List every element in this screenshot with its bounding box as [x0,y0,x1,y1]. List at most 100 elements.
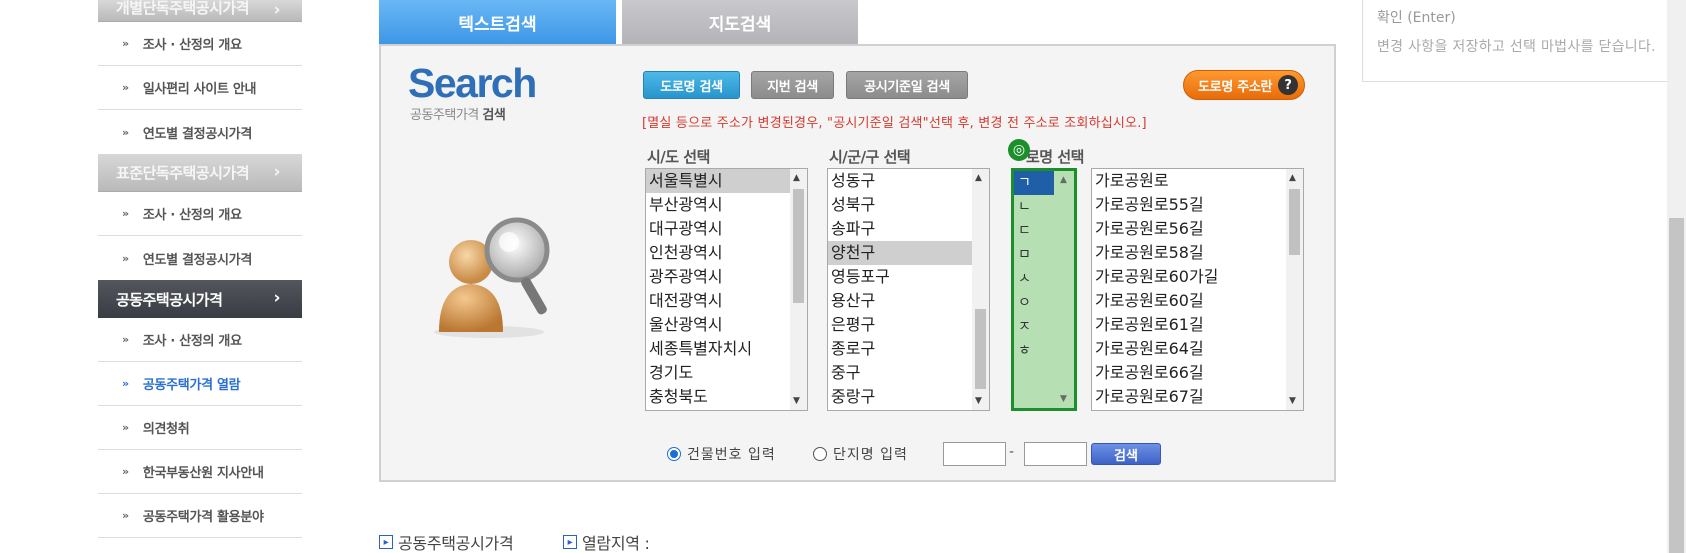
sidebar-header-apartment[interactable]: 공동주택공시가격 › [98,280,302,318]
list-option[interactable]: 부산광역시 [646,193,807,217]
sidebar-item[interactable]: » 연도별 결정공시가격 [98,110,302,154]
sidebar-item[interactable]: » 공동주택가격 활용분야 [98,494,302,538]
bullet-icon: » [122,207,129,220]
chevron-right-icon: › [273,0,280,20]
list-option[interactable]: 가로공원로60가길 [1092,265,1303,289]
scroll-down-icon[interactable]: ▼ [975,396,982,406]
bullet-icon: » [122,125,129,139]
sidebar-item[interactable]: » 일사편리 사이트 안내 [98,66,302,110]
sidebar-header-label: 공동주택공시가격 [116,290,223,309]
list-option[interactable]: 울산광역시 [646,313,807,337]
chevron-right-icon: › [273,162,280,182]
list-option[interactable]: 중랑구 [828,385,989,409]
list-option[interactable]: 광주광역시 [646,265,807,289]
sidebar-header-individual-house[interactable]: 개별단독주택공시가격 › [98,0,302,22]
list-option[interactable]: 은평구 [828,313,989,337]
person-magnifier-icon [434,217,550,338]
sidebar-item-label: 조사 · 산정의 개요 [142,38,242,53]
list-option-selected[interactable]: ㄱ [1014,171,1054,195]
breadcrumb-label: 공동주택공시가격 [398,534,514,553]
list-option[interactable]: 경기도 [646,361,807,385]
sidebar-item[interactable]: » 의견청취 [98,406,302,450]
search-logo: Search [408,60,537,106]
scrollbar-thumb[interactable] [793,189,804,303]
scrollbar[interactable]: ▲ ▼ [790,169,807,410]
list-option[interactable]: 가로공원로66길 [1092,361,1303,385]
list-option-selected[interactable]: 양천구 [828,241,989,265]
sidebar-item[interactable]: » 조사 · 산정의 개요 [98,22,302,66]
breadcrumb-label: 열람지역 : [582,534,650,553]
chevron-right-icon: › [273,288,280,308]
scrollbar[interactable]: ▲ ▼ [1286,169,1303,410]
list-option[interactable]: 충청북도 [646,385,807,409]
scroll-up-icon[interactable]: ▲ [1060,175,1067,185]
tab-map-search[interactable]: 지도검색 [622,0,858,44]
list-option[interactable]: 세종특별자치시 [646,337,807,361]
scrollbar-thumb[interactable] [975,309,986,389]
road-address-info-button[interactable]: 도로명 주소란 ? [1183,70,1305,100]
page-scrollbar-thumb[interactable] [1669,218,1684,553]
list-option[interactable]: 대전광역시 [646,289,807,313]
sidebar-item-active[interactable]: » 공동주택가격 열람 [98,362,302,406]
sigungu-select[interactable]: 성동구 성북구 송파구 양천구 영등포구 용산구 은평구 종로구 중구 중랑구 … [827,168,990,411]
sidebar-item[interactable]: » 조사 · 산정의 개요 [98,318,302,362]
list-option[interactable]: 종로구 [828,337,989,361]
scroll-up-icon[interactable]: ▲ [1289,173,1296,183]
sido-select[interactable]: 서울특별시 부산광역시 대구광역시 인천광역시 광주광역시 대전광역시 울산광역… [645,168,808,411]
sidebar-item[interactable]: » 조사 · 산정의 개요 [98,192,302,236]
list-option[interactable]: 가로공원로60길 [1092,289,1303,313]
radio-label: 건물번호 입력 [687,447,776,463]
list-option[interactable]: 가로공원로61길 [1092,313,1303,337]
sidebar-item-label: 연도별 결정공시가격 [142,252,252,268]
list-option[interactable]: 용산구 [828,289,989,313]
sidebar-item[interactable]: » 한국부동산원 지사안내 [98,450,302,494]
road-name-select[interactable]: 가로공원로 가로공원로55길 가로공원로56길 가로공원로58길 가로공원로60… [1091,168,1304,411]
list-option[interactable]: 대구광역시 [646,217,807,241]
scrollbar[interactable]: ▲ ▼ [1057,171,1074,408]
list-option[interactable]: 가로공원로 [1092,169,1303,193]
sigungu-label: 시/군/구 선택 [829,148,911,166]
building-number-main-input[interactable] [943,442,1006,466]
road-initial-select[interactable]: ㄱ ㄴ ㄷ ㅁ ㅅ ㅇ ㅈ ㅎ ▲ ▼ [1011,168,1077,411]
sidebar-item-label: 연도별 결정공시가격 [142,126,252,142]
scroll-down-icon[interactable]: ▼ [1289,396,1296,406]
arrow-box-icon: ▸ [379,535,393,549]
list-option[interactable]: 가로공원로58길 [1092,241,1303,265]
list-option[interactable]: 성북구 [828,193,989,217]
reference-date-search-button[interactable]: 공시기준일 검색 [846,71,968,99]
confirm-tooltip: 확인 (Enter) 변경 사항을 저장하고 선택 마법사를 닫습니다. [1362,0,1686,82]
page-scrollbar[interactable] [1667,0,1686,553]
radio-unchecked-icon[interactable] [813,447,827,461]
sidebar-item[interactable]: » 연도별 결정공시가격 [98,236,302,280]
list-option[interactable]: 중구 [828,361,989,385]
list-option[interactable]: 인천광역시 [646,241,807,265]
list-option[interactable]: 가로공원로67길 [1092,385,1303,409]
building-number-radio[interactable]: 건물번호 입력 [667,444,776,464]
sidebar-item-label: 공동주택가격 열람 [142,378,241,393]
list-option[interactable]: 성동구 [828,169,989,193]
scroll-down-icon[interactable]: ▼ [1060,394,1067,404]
radio-checked-icon[interactable] [667,447,681,461]
list-option[interactable]: 가로공원로56길 [1092,217,1303,241]
scroll-up-icon[interactable]: ▲ [793,173,800,183]
scroll-up-icon[interactable]: ▲ [975,173,982,183]
road-name-search-button[interactable]: 도로명 검색 [643,71,740,99]
breadcrumb-region: ▸ 열람지역 : [563,530,650,553]
address-change-notice: [멸실 등으로 주소가 변경된경우, "공시기준일 검색"선택 후, 변경 전 … [642,116,1147,131]
scrollbar[interactable]: ▲ ▼ [972,169,989,410]
list-option[interactable]: 가로공원로64길 [1092,337,1303,361]
list-option-selected[interactable]: 서울특별시 [646,169,807,193]
jibun-search-button[interactable]: 지번 검색 [751,71,834,99]
tooltip-title: 확인 (Enter) [1377,10,1456,26]
search-submit-button[interactable]: 검색 [1091,443,1161,465]
list-option[interactable]: 송파구 [828,217,989,241]
scrollbar-thumb[interactable] [1289,189,1300,255]
list-option[interactable]: 가로공원로55길 [1092,193,1303,217]
list-option[interactable]: 영등포구 [828,265,989,289]
complex-name-radio[interactable]: 단지명 입력 [813,444,908,464]
sidebar-header-standard-house[interactable]: 표준단독주택공시가격 › [98,154,302,192]
building-number-sub-input[interactable] [1024,442,1087,466]
scroll-down-icon[interactable]: ▼ [793,396,800,406]
search-panel: Search 공동주택가격 검색 도로명 검색 지번 검색 공시기준일 검색 도… [379,44,1336,482]
tab-text-search[interactable]: 텍스트검색 [379,0,616,44]
